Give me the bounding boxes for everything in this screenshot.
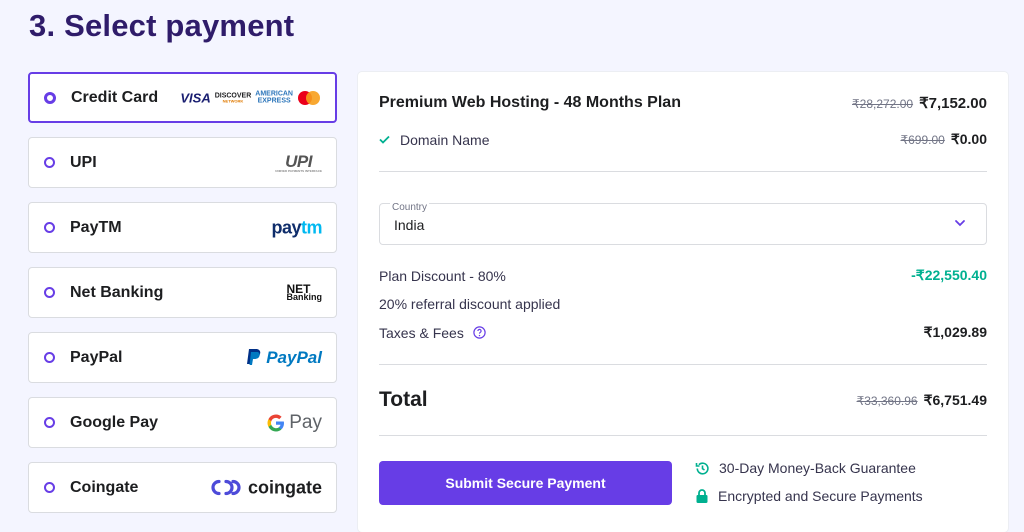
- coingate-logo: coingate: [208, 477, 322, 498]
- radio-unselected[interactable]: [44, 157, 55, 168]
- total-old-price: ₹33,360.96: [856, 393, 918, 408]
- google-pay-logo-text: Pay: [289, 411, 322, 433]
- paypal-logo: PayPal: [246, 348, 322, 368]
- total-row: Total ₹33,360.96 ₹6,751.49: [379, 388, 987, 412]
- payment-method-credit-card[interactable]: Credit Card VISA DISCOVER NETWORK AMERICA…: [28, 72, 337, 123]
- referral-row: 20% referral discount applied: [379, 296, 987, 312]
- taxes-label: Taxes & Fees: [379, 324, 464, 341]
- discover-logo-sub: NETWORK: [222, 98, 244, 103]
- referral-note: 20% referral discount applied: [379, 296, 561, 312]
- amex-logo-line1: AMERICAN: [255, 90, 293, 98]
- google-pay-logo: Pay: [267, 412, 322, 434]
- history-icon: [695, 461, 709, 475]
- payment-method-google-pay[interactable]: Google Pay Pay: [28, 397, 337, 448]
- lock-icon: [696, 489, 708, 503]
- divider: [379, 171, 987, 172]
- payment-method-label: PayTM: [70, 218, 122, 236]
- payment-method-upi[interactable]: UPI UPI UNIFIED PAYMENTS INTERFACE: [28, 137, 337, 188]
- secure-payments: Encrypted and Secure Payments: [695, 488, 923, 504]
- domain-old-price: ₹699.00: [900, 133, 945, 147]
- total-label: Total: [379, 388, 428, 411]
- domain-row: Domain Name ₹699.00 ₹0.00: [379, 131, 987, 148]
- payment-method-label: PayPal: [70, 348, 123, 366]
- google-g-icon: [267, 414, 285, 431]
- plan-old-price: ₹28,272.00: [852, 97, 914, 111]
- total-price: ₹6,751.49: [923, 391, 987, 408]
- radio-unselected[interactable]: [44, 417, 55, 428]
- paytm-logo-pay: pay: [271, 217, 301, 237]
- radio-unselected[interactable]: [44, 287, 55, 298]
- discount-value: -₹22,550.40: [911, 267, 987, 283]
- taxes-row: Taxes & Fees ₹1,029.89: [379, 324, 987, 341]
- divider: [379, 364, 987, 365]
- net-logo-sub: Banking: [286, 291, 322, 302]
- net-banking-logo: NET Banking: [286, 283, 322, 302]
- radio-unselected[interactable]: [44, 352, 55, 363]
- radio-unselected[interactable]: [44, 482, 55, 493]
- divider: [379, 435, 987, 436]
- discount-row: Plan Discount - 80% -₹22,550.40: [379, 267, 987, 284]
- radio-selected[interactable]: [44, 91, 56, 104]
- radio-unselected[interactable]: [44, 222, 55, 233]
- domain-item: Domain Name: [379, 132, 489, 148]
- country-select[interactable]: Country India: [379, 202, 987, 245]
- coingate-mark-icon: [211, 479, 241, 496]
- visa-logo: VISA: [180, 90, 211, 105]
- plan-price-group: ₹28,272.00 ₹7,152.00: [852, 94, 987, 112]
- paypal-mark-icon: [247, 349, 261, 365]
- taxes-label-group: Taxes & Fees: [379, 325, 486, 341]
- total-price-group: ₹33,360.96 ₹6,751.49: [857, 392, 987, 409]
- amex-logo-line2: EXPRESS: [257, 97, 291, 105]
- plan-name: Premium Web Hosting - 48 Months Plan: [379, 94, 681, 111]
- domain-label: Domain Name: [400, 131, 490, 148]
- payment-method-label: Credit Card: [71, 88, 159, 106]
- discover-logo: DISCOVER NETWORK: [215, 92, 252, 103]
- paypal-logo-pal: Pal: [296, 347, 322, 367]
- payment-method-coingate[interactable]: Coingate coingate: [28, 462, 337, 513]
- paytm-logo: paytm: [271, 217, 322, 238]
- check-icon: [379, 135, 390, 144]
- page-title: 3. Select payment: [29, 8, 295, 43]
- payment-method-label: Google Pay: [70, 413, 159, 431]
- guarantee-text: 30-Day Money-Back Guarantee: [719, 460, 916, 476]
- plan-price: ₹7,152.00: [919, 95, 987, 112]
- plan-row: Premium Web Hosting - 48 Months Plan ₹28…: [379, 94, 987, 112]
- payment-method-label: UPI: [70, 153, 97, 171]
- coingate-logo-text: coingate: [247, 477, 322, 497]
- card-logos: VISA DISCOVER NETWORK AMERICAN EXPRESS: [180, 90, 321, 105]
- taxes-value: ₹1,029.89: [923, 324, 987, 340]
- paypal-logo-pay: Pay: [266, 347, 297, 367]
- domain-price: ₹0.00: [950, 131, 987, 147]
- payment-method-net-banking[interactable]: Net Banking NET Banking: [28, 267, 337, 318]
- payment-method-label: Coingate: [70, 478, 139, 496]
- money-back-guarantee: 30-Day Money-Back Guarantee: [695, 460, 916, 476]
- discount-label: Plan Discount - 80%: [379, 267, 506, 284]
- payment-method-label: Net Banking: [70, 283, 164, 301]
- amex-logo: AMERICAN EXPRESS: [255, 91, 293, 105]
- paytm-logo-tm: tm: [301, 217, 323, 237]
- order-summary-card: Premium Web Hosting - 48 Months Plan ₹28…: [358, 72, 1008, 532]
- payment-method-paytm[interactable]: PayTM paytm: [28, 202, 337, 253]
- payment-method-list: Credit Card VISA DISCOVER NETWORK AMERICA…: [28, 72, 337, 527]
- chevron-down-icon[interactable]: [952, 215, 968, 231]
- help-circle-icon[interactable]: [473, 326, 486, 339]
- country-select-label: Country: [390, 202, 430, 213]
- mastercard-logo: [298, 90, 320, 105]
- upi-logo: UPI UNIFIED PAYMENTS INTERFACE: [275, 153, 322, 173]
- payment-method-paypal[interactable]: PayPal PayPal: [28, 332, 337, 383]
- country-select-value: India: [394, 217, 425, 233]
- upi-logo-sub: UNIFIED PAYMENTS INTERFACE: [275, 168, 322, 173]
- submit-payment-button[interactable]: Submit Secure Payment: [379, 461, 672, 505]
- domain-price-group: ₹699.00 ₹0.00: [901, 131, 988, 148]
- secure-payments-text: Encrypted and Secure Payments: [718, 488, 923, 504]
